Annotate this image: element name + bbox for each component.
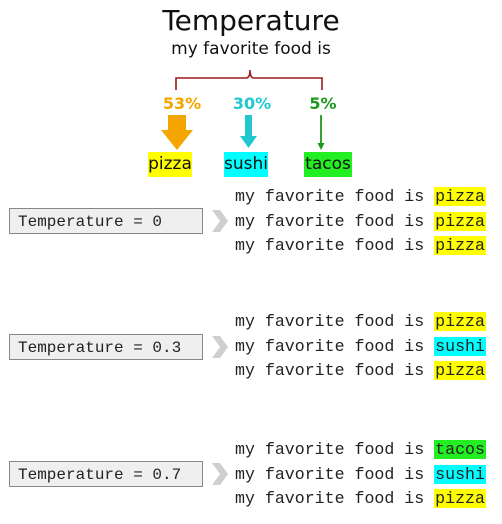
output-word: pizza	[434, 489, 486, 508]
output-prefix: my favorite food is	[235, 236, 425, 255]
output-word: pizza	[434, 312, 486, 331]
output-word: sushi	[434, 464, 486, 484]
output-prefix: my favorite food is	[235, 211, 425, 231]
pizza-word: pizza	[148, 152, 192, 177]
output-prefix: my favorite food is	[235, 440, 425, 459]
output-line: my favorite food is pizza	[235, 235, 486, 257]
chevron-right-icon	[212, 463, 228, 485]
sushi-percent: 30%	[232, 94, 272, 113]
output-line: my favorite food is tacos	[235, 439, 486, 461]
tacos-word: tacos	[304, 152, 352, 177]
output-line: my favorite food is pizza	[235, 488, 486, 510]
output-word: tacos	[434, 440, 486, 459]
output-line: my favorite food is sushi	[235, 336, 486, 358]
temperature-setting-box: Temperature = 0	[9, 208, 203, 234]
pizza-percent: 53%	[162, 94, 202, 113]
sushi-arrow-icon	[240, 115, 257, 148]
output-line: my favorite food is pizza	[235, 360, 486, 382]
sushi-word: sushi	[224, 152, 268, 177]
temperature-setting-box: Temperature = 0.7	[9, 461, 203, 487]
output-prefix: my favorite food is	[235, 489, 425, 508]
output-word: pizza	[434, 187, 486, 206]
temperature-setting-box: Temperature = 0.3	[9, 334, 203, 360]
output-line: my favorite food is pizza	[235, 211, 486, 233]
output-word: sushi	[434, 336, 486, 356]
tacos-arrow-icon	[317, 115, 325, 150]
output-prefix: my favorite food is	[235, 464, 425, 484]
chevron-right-icon	[212, 336, 228, 358]
output-line: my favorite food is sushi	[235, 464, 486, 486]
temperature-diagram: Temperature my favorite food is 53% 30% …	[0, 0, 502, 524]
output-word: pizza	[434, 361, 486, 380]
bracket	[175, 69, 323, 90]
output-prefix: my favorite food is	[235, 187, 425, 206]
output-prefix: my favorite food is	[235, 336, 425, 356]
output-line: my favorite food is pizza	[235, 311, 486, 333]
output-prefix: my favorite food is	[235, 312, 425, 331]
pizza-arrow-icon	[161, 115, 193, 150]
output-word: pizza	[434, 236, 486, 255]
chevron-right-icon	[212, 210, 228, 232]
output-prefix: my favorite food is	[235, 361, 425, 380]
output-word: pizza	[434, 211, 486, 231]
output-line: my favorite food is pizza	[235, 186, 486, 208]
tacos-percent: 5%	[309, 94, 337, 113]
